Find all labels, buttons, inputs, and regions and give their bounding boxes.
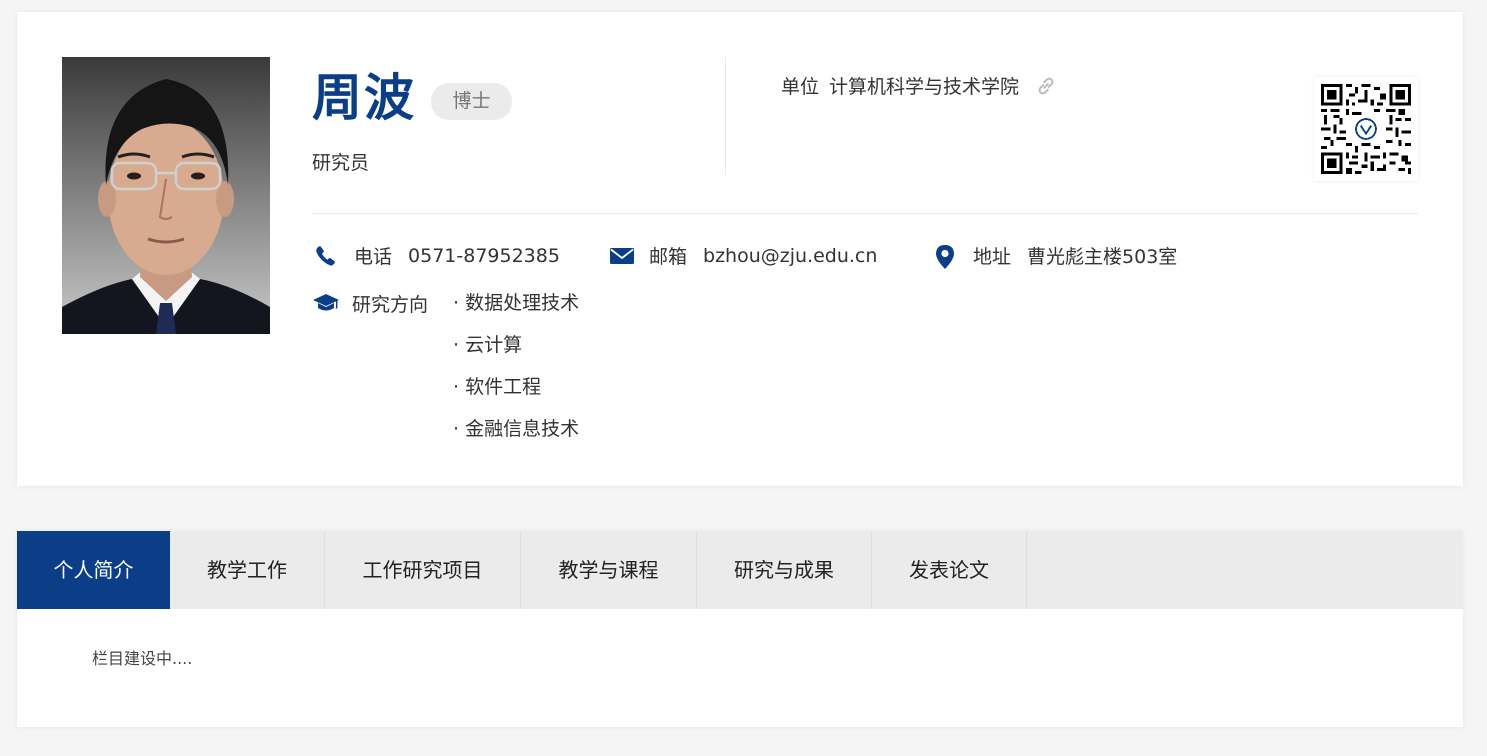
tab-content-text: 栏目建设中....	[92, 649, 193, 668]
contact-address: 地址 曹光彪主楼503室	[933, 242, 1177, 269]
unit-label: 单位	[781, 76, 820, 98]
degree-badge: 博士	[431, 83, 512, 120]
email-label: 邮箱	[649, 246, 688, 268]
research-list: 数据处理技术 云计算 软件工程 金融信息技术	[453, 290, 579, 458]
tabs-card: 个人简介 教学工作 工作研究项目 教学与课程 研究与成果 发表论文 栏目建设中.…	[17, 531, 1463, 727]
profile-photo	[62, 57, 270, 334]
tab-bar: 个人简介 教学工作 工作研究项目 教学与课程 研究与成果 发表论文	[17, 531, 1463, 609]
tab-research-results[interactable]: 研究与成果	[697, 531, 872, 609]
phone-icon	[314, 244, 338, 268]
link-icon[interactable]	[1035, 75, 1057, 97]
contact-email: 邮箱 bzhou@zju.edu.cn	[609, 242, 877, 269]
research-item: 软件工程	[453, 374, 579, 416]
profile-card: 周波 博士 研究员 单位 计算机科学与技术学院 电话 0571-87952385…	[17, 12, 1463, 486]
person-name: 周波	[312, 69, 416, 127]
graduation-cap-icon	[312, 292, 340, 316]
horizontal-divider	[312, 213, 1418, 214]
unit-info: 单位 计算机科学与技术学院	[781, 72, 1057, 99]
research-item: 数据处理技术	[453, 290, 579, 332]
envelope-icon	[609, 244, 634, 268]
contact-phone: 电话 0571-87952385	[314, 242, 560, 269]
research-label: 研究方向	[352, 294, 429, 316]
tab-teaching-courses[interactable]: 教学与课程	[521, 531, 697, 609]
phone-value: 0571-87952385	[408, 244, 560, 267]
job-title: 研究员	[312, 152, 370, 174]
tab-publications[interactable]: 发表论文	[872, 531, 1027, 609]
tab-research-projects[interactable]: 工作研究项目	[325, 531, 521, 609]
address-value: 曹光彪主楼503室	[1027, 246, 1178, 268]
phone-label: 电话	[354, 246, 393, 268]
qr-code	[1314, 77, 1418, 181]
tab-profile-intro[interactable]: 个人简介	[17, 531, 170, 609]
vertical-divider	[725, 57, 726, 175]
research-item: 云计算	[453, 332, 579, 374]
address-label: 地址	[973, 246, 1012, 268]
tab-teaching-work[interactable]: 教学工作	[170, 531, 325, 609]
research-item: 金融信息技术	[453, 416, 579, 458]
email-value[interactable]: bzhou@zju.edu.cn	[703, 245, 877, 267]
unit-value: 计算机科学与技术学院	[829, 76, 1020, 98]
location-pin-icon	[933, 244, 957, 269]
